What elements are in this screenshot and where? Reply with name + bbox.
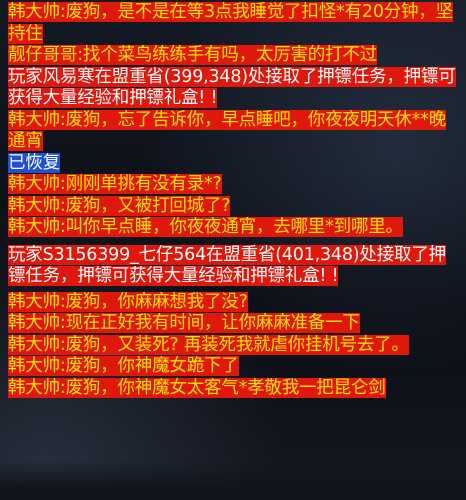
system-announcement: 玩家风易寒在盟重省(399,348)处接取了押镖任务，押镖可获得大量经验和押镖礼… bbox=[8, 66, 456, 108]
chat-message: 韩大帅:废狗，你神魔女跪下了 bbox=[8, 356, 239, 376]
chat-message: 韩大帅:刚刚单挑有没有录*? bbox=[8, 174, 222, 194]
chat-message: 韩大帅:废狗，你麻麻想我了没? bbox=[8, 291, 248, 312]
bottom-shadow bbox=[0, 460, 466, 500]
chat-message: 韩大帅:废狗，你神魔女太客气*孝敬我一把昆仑剑 bbox=[8, 377, 386, 398]
status-recovered: 已恢复 bbox=[8, 152, 60, 173]
system-announcement: 玩家S3156399_七仔564在盟重省(401,348)处接取了押镖任务，押镖… bbox=[8, 244, 446, 286]
chat-message: 韩大帅:废狗，忘了告诉你，早点睡吧，你夜夜明天休**晚通宵 bbox=[8, 109, 446, 151]
chat-message: 韩大帅:现在正好我有时间，让你麻麻准备一下 bbox=[8, 313, 360, 333]
chat-message: 韩大帅:废狗，又被打回城了? bbox=[8, 195, 231, 216]
chat-message: 韩大帅:废狗，是不是在等3点我睡觉了扣怪*有20分钟，坚持住 bbox=[8, 2, 453, 44]
chat-message: 韩大帅:废狗，又装死? 再装死我就虐你挂机号去了。 bbox=[8, 334, 409, 355]
chat-log: 韩大帅:废狗，是不是在等3点我睡觉了扣怪*有20分钟，坚持住 靓仔哥哥:找个菜鸟… bbox=[8, 0, 460, 500]
chat-message: 韩大帅:叫你早点睡，你夜夜通宵，去哪里*到哪里。 bbox=[8, 217, 403, 237]
chat-message: 靓仔哥哥:找个菜鸟练练手有吗，太厉害的打不过 bbox=[8, 45, 377, 65]
